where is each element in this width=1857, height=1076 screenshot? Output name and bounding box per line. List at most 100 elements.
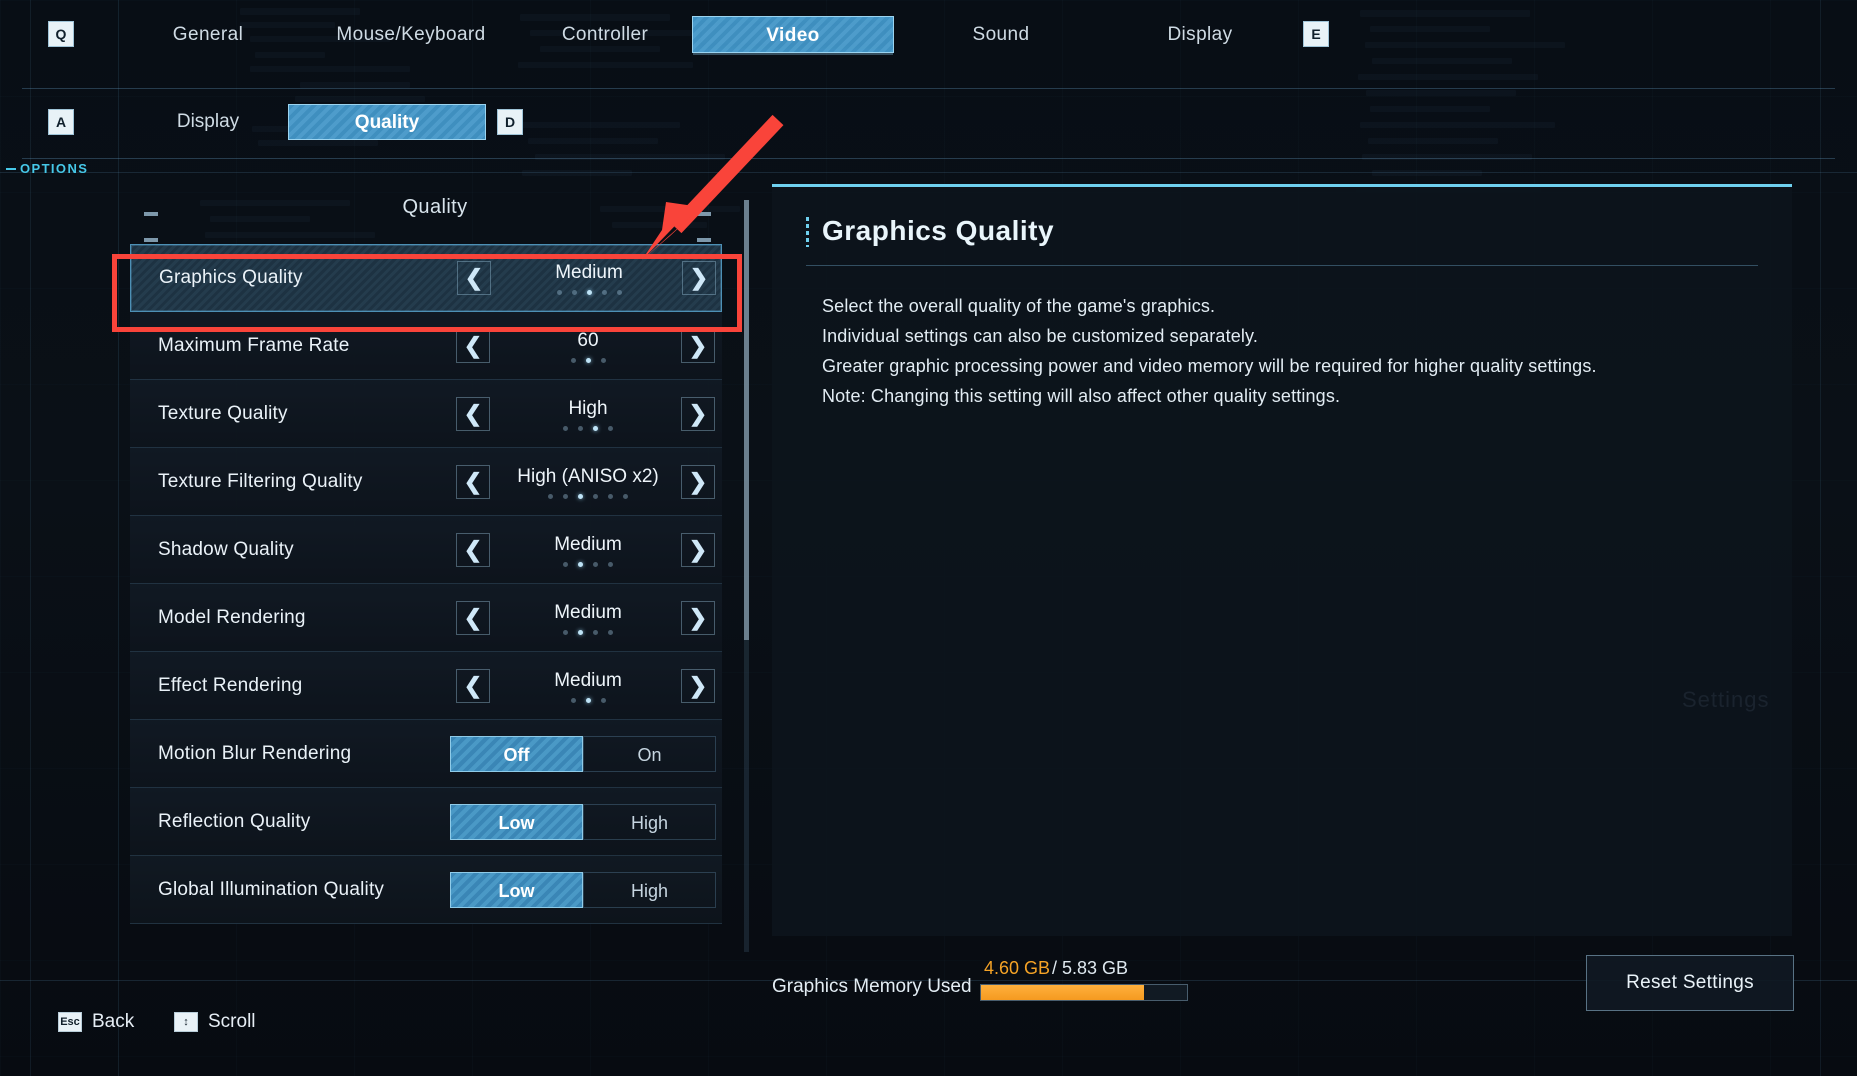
tab-mouse-keyboard[interactable]: Mouse/Keyboard bbox=[300, 16, 522, 53]
watermark-text: Settings bbox=[1682, 687, 1770, 712]
key-hint-e[interactable]: E bbox=[1303, 21, 1329, 47]
chevron-left-icon[interactable]: ❮ bbox=[457, 261, 491, 295]
detail-description-line: Individual settings can also be customiz… bbox=[822, 326, 1259, 346]
settings-row[interactable]: Effect Rendering ❮ ❯ Medium bbox=[130, 652, 722, 720]
settings-row-label: Shadow Quality bbox=[158, 538, 294, 560]
settings-row-value: Medium bbox=[554, 601, 622, 623]
settings-row-label: Model Rendering bbox=[158, 606, 306, 628]
settings-row-step-indicator bbox=[500, 697, 676, 703]
toggle-option[interactable]: Low bbox=[450, 803, 583, 840]
reset-settings-button[interactable]: Reset Settings bbox=[1586, 955, 1794, 1011]
chevron-right-icon[interactable]: ❯ bbox=[681, 396, 715, 431]
key-hint-q[interactable]: Q bbox=[48, 21, 74, 47]
settings-row-step-indicator bbox=[500, 561, 676, 567]
settings-row-value: High (ANISO x2) bbox=[517, 465, 659, 487]
tab-sound[interactable]: Sound bbox=[946, 16, 1056, 53]
footer-key-icon: ↕ bbox=[174, 1012, 198, 1032]
settings-row-label: Texture Quality bbox=[158, 402, 288, 424]
footer-key-icon: Esc bbox=[58, 1012, 82, 1032]
tab-display[interactable]: Display bbox=[1140, 16, 1260, 53]
subbar-divider bbox=[22, 158, 1835, 159]
detail-title: Graphics Quality bbox=[822, 215, 1055, 246]
list-title: Quality bbox=[402, 196, 468, 218]
graphics-memory-meter: Graphics Memory Used 4.60 GB / 5.83 GB bbox=[772, 958, 1472, 1012]
settings-list-column: Quality Graphics Quality ❮ ❯ Medium Maximum … bbox=[130, 196, 740, 956]
settings-row-value: 60 bbox=[577, 329, 599, 351]
tick-mark-upper-right bbox=[697, 212, 711, 216]
list-scrollbar-track[interactable] bbox=[744, 200, 749, 952]
detail-description-line: Note: Changing this setting will also af… bbox=[822, 386, 1341, 406]
chevron-right-icon[interactable]: ❯ bbox=[681, 532, 715, 567]
settings-row-label: Graphics Quality bbox=[159, 267, 303, 288]
settings-row[interactable]: Global Illumination Quality Low High bbox=[130, 856, 722, 924]
toggle-option[interactable]: On bbox=[583, 735, 716, 772]
chevron-left-icon[interactable]: ❮ bbox=[456, 668, 490, 703]
tab-video[interactable]: Video bbox=[692, 16, 894, 55]
key-hint-d[interactable]: D bbox=[497, 109, 523, 135]
topbar-divider bbox=[22, 88, 1835, 89]
tick-mark-upper bbox=[144, 212, 158, 216]
detail-description: Select the overall quality of the game's… bbox=[822, 291, 1762, 411]
sub-tab-bar: A D Display Quality bbox=[0, 104, 1857, 154]
detail-panel: Graphics Quality Select the overall qual… bbox=[772, 184, 1792, 936]
chevron-right-icon[interactable]: ❯ bbox=[681, 668, 715, 703]
settings-row-toggle[interactable]: Low High bbox=[450, 871, 716, 908]
tab-controller[interactable]: Controller bbox=[530, 16, 680, 53]
chevron-right-icon[interactable]: ❯ bbox=[681, 328, 715, 363]
settings-row[interactable]: Motion Blur Rendering Off On bbox=[130, 720, 722, 788]
graphics-memory-bar-fill bbox=[981, 985, 1144, 1000]
chevron-right-icon[interactable]: ❯ bbox=[681, 600, 715, 635]
chevron-left-icon[interactable]: ❮ bbox=[456, 600, 490, 635]
graphics-memory-total-value: / 5.83 GB bbox=[1052, 958, 1129, 978]
subtab-quality[interactable]: Quality bbox=[288, 104, 486, 140]
tick-mark-lower bbox=[144, 238, 158, 242]
settings-row-step-indicator bbox=[500, 629, 676, 635]
chevron-left-icon[interactable]: ❮ bbox=[456, 464, 490, 499]
tick-mark-lower-right bbox=[697, 238, 711, 242]
detail-underline bbox=[806, 265, 1758, 266]
settings-row[interactable]: Maximum Frame Rate ❮ ❯ 60 bbox=[130, 312, 722, 380]
chevron-left-icon[interactable]: ❮ bbox=[456, 532, 490, 567]
settings-row-value: Medium bbox=[554, 669, 622, 691]
settings-row-value: Medium bbox=[554, 533, 622, 555]
settings-row-label: Reflection Quality bbox=[158, 810, 311, 832]
toggle-option[interactable]: High bbox=[583, 871, 716, 908]
toggle-option[interactable]: High bbox=[583, 803, 716, 840]
graphics-memory-used-value: 4.60 GB bbox=[984, 958, 1051, 978]
chevron-right-icon[interactable]: ❯ bbox=[681, 464, 715, 499]
settings-row-toggle[interactable]: Low High bbox=[450, 803, 716, 840]
settings-row[interactable]: Model Rendering ❮ ❯ Medium bbox=[130, 584, 722, 652]
settings-row[interactable]: Texture Quality ❮ ❯ High bbox=[130, 380, 722, 448]
options-tag: OPTIONS bbox=[5, 161, 89, 176]
top-tab-bar: Q E General Mouse/Keyboard Controller Video… bbox=[0, 16, 1857, 76]
settings-row-value: Medium bbox=[555, 262, 623, 283]
settings-row[interactable]: Graphics Quality ❮ ❯ Medium bbox=[130, 244, 722, 312]
settings-row[interactable]: Shadow Quality ❮ ❯ Medium bbox=[130, 516, 722, 584]
settings-row[interactable]: Reflection Quality Low High bbox=[130, 788, 722, 856]
footer-hint-label[interactable]: Back bbox=[92, 1008, 134, 1036]
tab-general[interactable]: General bbox=[148, 16, 268, 53]
chevron-right-icon[interactable]: ❯ bbox=[682, 261, 716, 295]
key-hint-a[interactable]: A bbox=[48, 109, 74, 135]
settings-row-step-indicator bbox=[500, 493, 676, 499]
settings-rows: Graphics Quality ❮ ❯ Medium Maximum Frame Ra… bbox=[130, 244, 722, 924]
settings-row-step-indicator bbox=[501, 290, 677, 295]
chevron-left-icon[interactable]: ❮ bbox=[456, 328, 490, 363]
graphics-memory-bar-track bbox=[980, 984, 1188, 1001]
settings-row-value: High bbox=[568, 397, 608, 419]
settings-row[interactable]: Texture Filtering Quality ❮ ❯ High (ANISO x… bbox=[130, 448, 722, 516]
chevron-left-icon[interactable]: ❮ bbox=[456, 396, 490, 431]
toggle-option[interactable]: Off bbox=[450, 735, 583, 772]
detail-description-line: Select the overall quality of the game's… bbox=[822, 296, 1216, 316]
settings-row-label: Effect Rendering bbox=[158, 674, 303, 696]
footer-hint-label[interactable]: Scroll bbox=[208, 1008, 256, 1036]
toggle-option[interactable]: Low bbox=[450, 871, 583, 908]
detail-title-marker bbox=[806, 217, 809, 247]
settings-row-label: Global Illumination Quality bbox=[158, 878, 385, 900]
subtab-display[interactable]: Display bbox=[148, 104, 268, 140]
settings-row-step-indicator bbox=[500, 425, 676, 431]
settings-row-step-indicator bbox=[500, 357, 676, 363]
list-scrollbar-thumb[interactable] bbox=[744, 200, 749, 640]
settings-row-toggle[interactable]: Off On bbox=[450, 735, 716, 772]
detail-description-line: Greater graphic processing power and vid… bbox=[822, 356, 1597, 376]
